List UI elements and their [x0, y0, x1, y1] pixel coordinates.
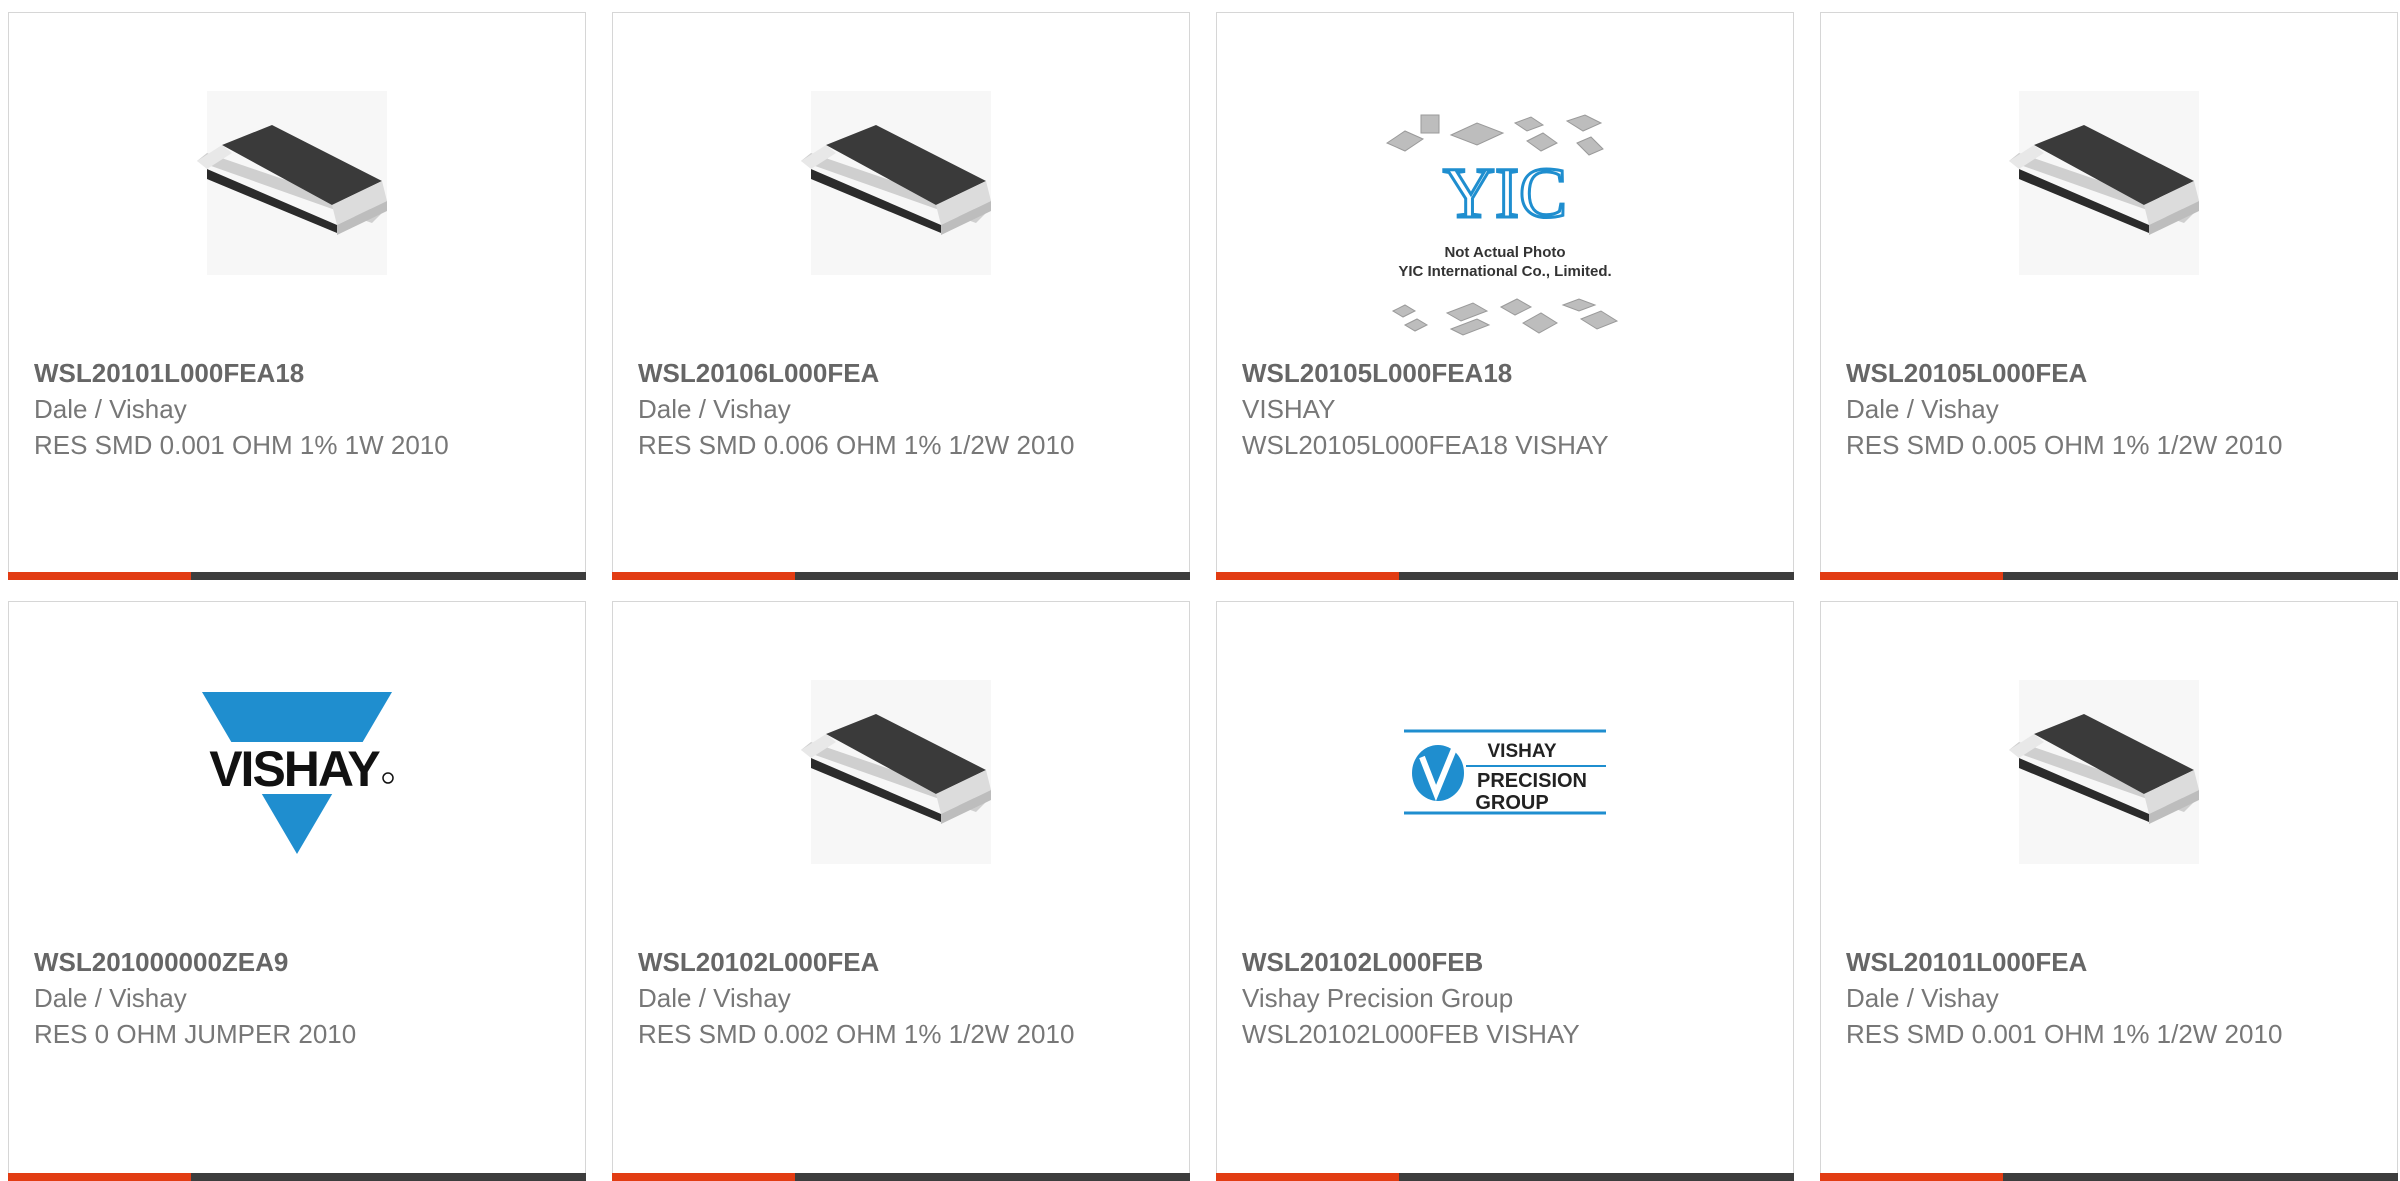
- manufacturer: Dale / Vishay: [34, 983, 187, 1013]
- manufacturer: Dale / Vishay: [1846, 394, 1999, 424]
- product-card[interactable]: WSL20102L000FEA Dale / Vishay RES SMD 0.…: [612, 601, 1190, 1181]
- product-card[interactable]: WSL20105L000FEA Dale / Vishay RES SMD 0.…: [1820, 12, 2398, 580]
- product-image[interactable]: [1821, 672, 2397, 872]
- description: WSL20105L000FEA18 VISHAY: [1242, 430, 1609, 460]
- product-info: WSL20101L000FEA18 Dale / Vishay RES SMD …: [34, 355, 474, 463]
- description: RES 0 OHM JUMPER 2010: [34, 1019, 357, 1049]
- product-info: WSL201000000ZEA9 Dale / Vishay RES 0 OHM…: [34, 944, 474, 1052]
- product-card[interactable]: WSL20101L000FEA Dale / Vishay RES SMD 0.…: [1820, 601, 2398, 1181]
- card-accent-bar: [8, 1173, 586, 1181]
- description: RES SMD 0.006 OHM 1% 1/2W 2010: [638, 430, 1075, 460]
- product-image[interactable]: [9, 83, 585, 283]
- manufacturer: Dale / Vishay: [34, 394, 187, 424]
- svg-text:VISHAY: VISHAY: [209, 741, 380, 797]
- vishay-logo: VISHAY: [192, 692, 402, 854]
- part-number[interactable]: WSL20102L000FEB: [1242, 944, 1682, 980]
- card-accent-bar: [1216, 572, 1794, 580]
- manufacturer: Dale / Vishay: [1846, 983, 1999, 1013]
- svg-text:YIC International Co., Limited: YIC International Co., Limited.: [1398, 263, 1611, 280]
- description: RES SMD 0.001 OHM 1% 1/2W 2010: [1846, 1019, 2283, 1049]
- product-image[interactable]: VISHAY PRECISION GROUP: [1217, 672, 1793, 872]
- product-info: WSL20102L000FEB Vishay Precision Group W…: [1242, 944, 1682, 1052]
- svg-text:Not Actual Photo: Not Actual Photo: [1444, 244, 1565, 261]
- description: RES SMD 0.005 OHM 1% 1/2W 2010: [1846, 430, 2283, 460]
- product-info: WSL20102L000FEA Dale / Vishay RES SMD 0.…: [638, 944, 1078, 1052]
- part-number[interactable]: WSL20105L000FEA: [1846, 355, 2286, 391]
- yic-placeholder-image: YIC Not Actual Photo YIC International C…: [1385, 114, 1619, 336]
- manufacturer: Dale / Vishay: [638, 394, 791, 424]
- part-number[interactable]: WSL20106L000FEA: [638, 355, 1078, 391]
- card-accent-bar: [1820, 1173, 2398, 1181]
- part-number[interactable]: WSL20101L000FEA18: [34, 355, 474, 391]
- product-image[interactable]: VISHAY: [9, 672, 585, 872]
- product-info: WSL20106L000FEA Dale / Vishay RES SMD 0.…: [638, 355, 1078, 463]
- svg-text:VISHAY: VISHAY: [1488, 741, 1557, 762]
- product-card[interactable]: YIC Not Actual Photo YIC International C…: [1216, 12, 1794, 580]
- product-info: WSL20101L000FEA Dale / Vishay RES SMD 0.…: [1846, 944, 2286, 1052]
- yic-logo: YIC: [1443, 153, 1567, 233]
- smd-resistor-image: [2009, 91, 2199, 275]
- description: RES SMD 0.001 OHM 1% 1W 2010: [34, 430, 449, 460]
- product-image[interactable]: YIC Not Actual Photo YIC International C…: [1217, 93, 1793, 353]
- description: RES SMD 0.002 OHM 1% 1/2W 2010: [638, 1019, 1075, 1049]
- part-number[interactable]: WSL20105L000FEA18: [1242, 355, 1682, 391]
- smd-resistor-image: [197, 91, 387, 275]
- svg-text:PRECISION: PRECISION: [1477, 770, 1587, 792]
- product-card[interactable]: VISHAY PRECISION GROUP WSL20102L000FEB V…: [1216, 601, 1794, 1181]
- manufacturer: Vishay Precision Group: [1242, 983, 1514, 1013]
- card-accent-bar: [1820, 572, 2398, 580]
- smd-resistor-image: [2009, 680, 2199, 864]
- description: WSL20102L000FEB VISHAY: [1242, 1019, 1580, 1049]
- card-accent-bar: [612, 572, 1190, 580]
- part-number[interactable]: WSL201000000ZEA9: [34, 944, 474, 980]
- product-image[interactable]: [613, 83, 1189, 283]
- product-info: WSL20105L000FEA Dale / Vishay RES SMD 0.…: [1846, 355, 2286, 463]
- svg-text:GROUP: GROUP: [1475, 792, 1548, 814]
- card-accent-bar: [1216, 1173, 1794, 1181]
- product-card[interactable]: VISHAY WSL201000000ZEA9 Dale / Vishay RE…: [8, 601, 586, 1181]
- product-card[interactable]: WSL20106L000FEA Dale / Vishay RES SMD 0.…: [612, 12, 1190, 580]
- manufacturer: VISHAY: [1242, 394, 1336, 424]
- smd-resistor-image: [801, 91, 991, 275]
- part-number[interactable]: WSL20101L000FEA: [1846, 944, 2286, 980]
- vpg-logo: VISHAY PRECISION GROUP: [1404, 729, 1606, 815]
- product-image[interactable]: [613, 672, 1189, 872]
- manufacturer: Dale / Vishay: [638, 983, 791, 1013]
- product-grid: WSL20101L000FEA18 Dale / Vishay RES SMD …: [0, 0, 2400, 1181]
- card-accent-bar: [612, 1173, 1190, 1181]
- product-image[interactable]: [1821, 83, 2397, 283]
- card-accent-bar: [8, 572, 586, 580]
- product-info: WSL20105L000FEA18 VISHAY WSL20105L000FEA…: [1242, 355, 1682, 463]
- product-card[interactable]: WSL20101L000FEA18 Dale / Vishay RES SMD …: [8, 12, 586, 580]
- smd-resistor-image: [801, 680, 991, 864]
- part-number[interactable]: WSL20102L000FEA: [638, 944, 1078, 980]
